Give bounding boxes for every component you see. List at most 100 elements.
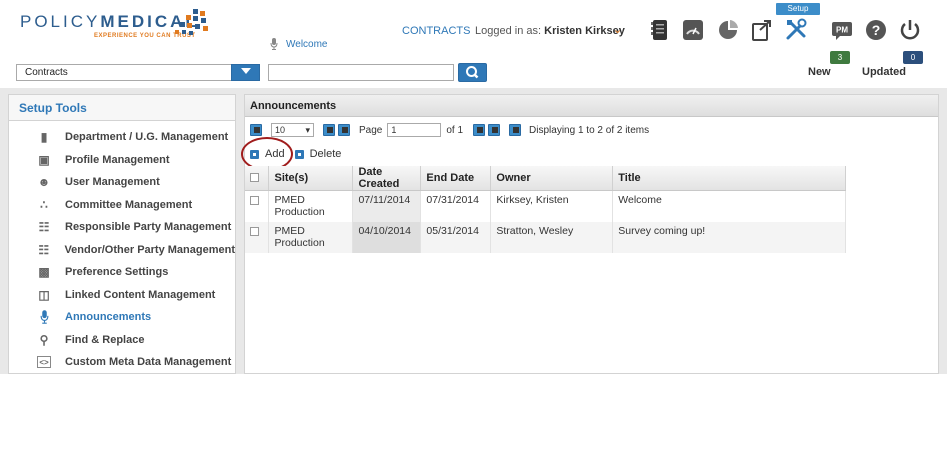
search-icon xyxy=(466,66,479,79)
column-header-sites[interactable]: Site(s) xyxy=(268,166,354,191)
grid-settings-icon[interactable] xyxy=(250,124,262,136)
logo-text-light: POLICY xyxy=(20,12,101,31)
column-header-date-created[interactable]: Date Created xyxy=(352,166,422,191)
cell-date-created: 07/11/2014 xyxy=(352,190,422,222)
sidebar-item-label: Department / U.G. Management xyxy=(65,131,229,144)
cell-title: Survey coming up! xyxy=(612,221,846,253)
updated-label[interactable]: Updated xyxy=(862,66,906,78)
page-size-select[interactable]: 10 ▾ xyxy=(271,123,314,137)
sidebar-item-announcements[interactable]: Announcements xyxy=(9,306,235,329)
setup-tools-icon[interactable] xyxy=(784,18,808,42)
refresh-icon[interactable] xyxy=(509,124,522,136)
page-number-input[interactable]: 1 xyxy=(387,123,442,137)
sidebar-item-department-management[interactable]: ▮ Department / U.G. Management xyxy=(9,126,235,149)
new-label[interactable]: New xyxy=(808,66,831,78)
gauge-icon[interactable] xyxy=(681,18,705,42)
sidebar-item-custom-meta-data[interactable]: <> Custom Meta Data Management xyxy=(9,351,235,374)
sidebar-item-label: Responsible Party Management xyxy=(65,221,232,234)
sidebar-item-find-replace[interactable]: ⚲ Find & Replace xyxy=(9,329,235,352)
sidebar-item-preference-settings[interactable]: ▩ Preference Settings xyxy=(9,261,235,284)
power-icon[interactable] xyxy=(898,18,922,42)
welcome-link[interactable]: Welcome xyxy=(270,38,328,50)
sidebar-item-label: Vendor/Other Party Management xyxy=(64,243,235,256)
sidebar-item-label: Preference Settings xyxy=(65,266,169,279)
table-row[interactable]: PMED Production 07/11/2014 07/31/2014 Ki… xyxy=(245,190,846,222)
page-size-value: 10 xyxy=(275,125,286,135)
column-header-end-date[interactable]: End Date xyxy=(420,166,492,191)
sidebar-title: Setup Tools xyxy=(9,95,235,121)
row-select-cell[interactable] xyxy=(245,190,270,222)
prev-page-icon[interactable] xyxy=(338,124,350,136)
sidebar-item-label: Profile Management xyxy=(65,153,170,166)
app-header: POLICYMEDICAL EXPERIENCE YOU CAN TRUST W… xyxy=(0,0,947,64)
preferences-icon: ▩ xyxy=(38,265,50,280)
select-all-column[interactable] xyxy=(245,166,270,191)
search-input[interactable] xyxy=(268,64,454,81)
sidebar-item-label: User Management xyxy=(65,176,160,189)
panel-title: Announcements xyxy=(245,95,938,117)
row-checkbox[interactable] xyxy=(250,196,259,205)
cell-title: Welcome xyxy=(612,190,846,222)
logged-in-prefix: Logged in as: xyxy=(475,25,542,37)
policymedical-logo[interactable]: POLICYMEDICAL EXPERIENCE YOU CAN TRUST xyxy=(20,12,199,39)
first-page-icon[interactable] xyxy=(323,124,335,136)
grid-pager: 10 ▾ Page 1 of 1 Displaying 1 to 2 of 2 … xyxy=(250,121,649,139)
add-label: Add xyxy=(265,148,285,160)
microphone-icon xyxy=(270,38,278,50)
pie-chart-icon[interactable] xyxy=(716,18,740,42)
new-count-badge[interactable]: 3 xyxy=(830,51,850,64)
user-menu-chevron-icon[interactable]: ⌄ xyxy=(613,23,622,36)
setup-badge: Setup xyxy=(776,3,820,15)
select-all-checkbox[interactable] xyxy=(250,173,259,182)
linked-content-icon: ◫ xyxy=(38,287,50,302)
announcements-table: Site(s) Date Created End Date Owner Titl… xyxy=(245,166,846,253)
responsible-party-icon: ☷ xyxy=(38,220,50,235)
logged-in-status: Logged in as: Kristen Kirksey xyxy=(475,25,625,37)
search-button[interactable] xyxy=(458,63,487,82)
sidebar-item-linked-content-management[interactable]: ◫ Linked Content Management xyxy=(9,284,235,307)
microphone-icon xyxy=(37,310,51,324)
row-checkbox[interactable] xyxy=(250,226,259,236)
setup-tools-sidebar: Setup Tools ▮ Department / U.G. Manageme… xyxy=(8,94,236,374)
find-replace-icon: ⚲ xyxy=(39,332,49,347)
updated-count-badge[interactable]: 0 xyxy=(903,51,923,64)
vendor-icon: ☷ xyxy=(38,242,50,257)
sidebar-item-label: Custom Meta Data Management xyxy=(65,356,232,369)
page-of-label: of 1 xyxy=(446,124,464,136)
sidebar-item-committee-management[interactable]: ∴ Committee Management xyxy=(9,194,235,217)
chevron-down-icon xyxy=(240,68,251,74)
add-button[interactable]: Add xyxy=(250,148,285,160)
svg-text:?: ? xyxy=(872,22,881,38)
column-header-owner[interactable]: Owner xyxy=(490,166,614,191)
next-page-icon[interactable] xyxy=(473,124,486,136)
module-select[interactable]: Contracts xyxy=(16,64,260,81)
table-header-row: Site(s) Date Created End Date Owner Titl… xyxy=(245,166,846,191)
cell-end-date: 07/31/2014 xyxy=(420,190,492,222)
document-stack-icon[interactable] xyxy=(648,18,672,42)
grid-actions: Add Delete xyxy=(241,137,341,171)
delete-button[interactable]: Delete xyxy=(294,148,341,160)
last-page-icon[interactable] xyxy=(488,124,501,136)
department-icon: ▮ xyxy=(40,130,48,145)
module-select-dropdown-button[interactable] xyxy=(231,64,260,81)
profile-icon: ▣ xyxy=(38,152,50,167)
cell-date-created: 04/10/2014 xyxy=(352,221,422,253)
table-row[interactable]: PMED Production 04/10/2014 05/31/2014 St… xyxy=(245,221,846,253)
row-select-cell[interactable] xyxy=(245,221,270,253)
cell-owner: Stratton, Wesley xyxy=(490,221,614,253)
code-icon: <> xyxy=(37,356,51,369)
delete-icon xyxy=(294,149,304,159)
sidebar-item-label: Linked Content Management xyxy=(65,288,216,301)
svg-text:PM: PM xyxy=(836,26,848,35)
column-header-title[interactable]: Title xyxy=(612,166,846,191)
sidebar-list: ▮ Department / U.G. Management ▣ Profile… xyxy=(9,121,235,374)
sidebar-item-user-management[interactable]: ☻ User Management xyxy=(9,171,235,194)
sidebar-item-profile-management[interactable]: ▣ Profile Management xyxy=(9,149,235,172)
help-icon[interactable]: ? xyxy=(864,18,888,42)
pm-chat-icon[interactable]: PM xyxy=(830,18,854,42)
chevron-down-icon: ▾ xyxy=(305,125,310,135)
sidebar-item-vendor-management[interactable]: ☷ Vendor/Other Party Management xyxy=(9,239,235,262)
contracts-nav-link[interactable]: CONTRACTS xyxy=(402,25,470,37)
export-icon[interactable] xyxy=(750,18,774,42)
sidebar-item-responsible-party-management[interactable]: ☷ Responsible Party Management xyxy=(9,216,235,239)
